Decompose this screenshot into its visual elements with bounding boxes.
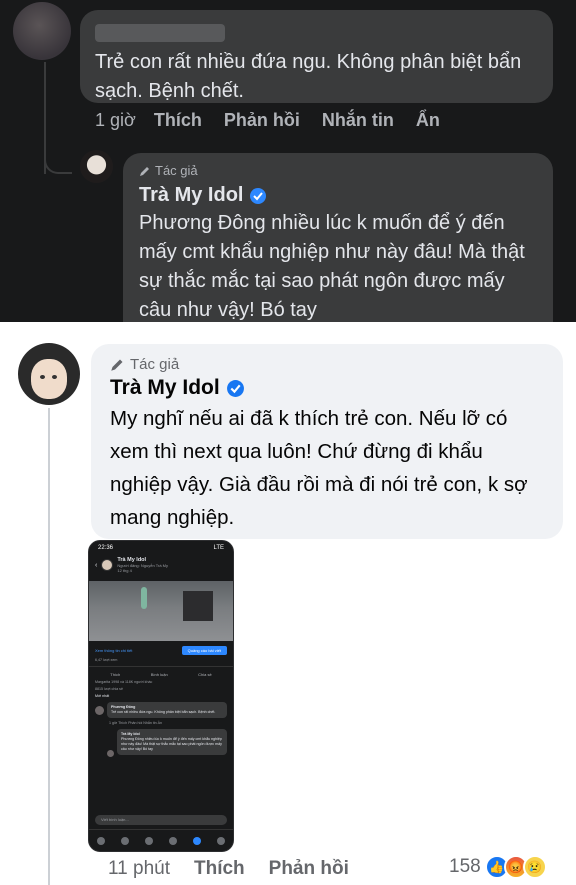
dark-screenshot-section: Trẻ con rất nhiều đứa ngu. Không phân bi… — [0, 0, 576, 322]
verified-icon — [250, 187, 267, 204]
sad-icon: 😢 — [522, 855, 547, 879]
phone-views: 6,47 lượt xem — [95, 658, 118, 662]
phone-share: Chia sẻ — [198, 672, 212, 677]
avatar-eye — [40, 375, 45, 379]
nav-menu-icon — [217, 836, 225, 845]
reaction-summary[interactable]: 158 👍 😡 😢 — [449, 855, 547, 879]
phone-reaction-line: Margarita 1998 và 118K người khác — [95, 680, 153, 684]
author-badge-label: Tác giả — [130, 356, 180, 373]
phone-shares: 8815 lượt chia sẻ — [95, 687, 123, 691]
phone-page-avatar — [101, 559, 114, 571]
reply-bubble: Tác giả Trà My Idol Phương Đông nhiều lú… — [123, 153, 553, 322]
phone-like: Thích — [110, 672, 121, 677]
author-badge: Tác giả — [110, 356, 545, 373]
blurred-avatar[interactable] — [13, 2, 71, 60]
phone-reply-text: Phương Đông nhiều lúc k muốn để ý đến mấ… — [121, 737, 222, 751]
phone-status-bar: 22:36 LTE — [89, 541, 233, 551]
reply-actions: 11 phút Thích Phản hồi — [108, 858, 373, 880]
nav-news-icon — [145, 836, 153, 845]
back-icon: ‹ — [95, 561, 98, 569]
blurred-commenter-name[interactable] — [95, 24, 225, 42]
phone-post-header: ‹ Trà My Idol Người đăng: Nguyễn Trà My … — [89, 551, 233, 573]
hide-action[interactable]: Ẩn — [416, 110, 440, 131]
author-avatar-large[interactable] — [18, 343, 80, 405]
phone-clock: 22:36 — [98, 545, 114, 551]
message-action[interactable]: Nhắn tin — [322, 110, 394, 131]
author-badge: Tác giả — [139, 163, 537, 178]
author-name[interactable]: Trà My Idol — [139, 184, 537, 207]
comment-bubble: Trẻ con rất nhiều đứa ngu. Không phân bi… — [80, 10, 553, 103]
phone-comment-text: Trẻ con rất nhiều đứa ngu. Không phân bi… — [111, 710, 216, 714]
phone-stats-row: Xem thông tin chi tiết Quảng cáo bài viế… — [89, 641, 233, 655]
phone-sort: Mới nhất — [95, 694, 110, 698]
verified-icon — [226, 379, 244, 397]
nav-profile-icon — [169, 836, 177, 845]
nav-video-icon — [121, 836, 129, 845]
comment-actions: 1 giờ Thích Phản hồi Nhắn tin Ẩn — [95, 110, 462, 131]
attached-screenshot[interactable]: 22:36 LTE ‹ Trà My Idol Người đăng: Nguy… — [88, 540, 234, 852]
reply-text: My nghĩ nếu ai đã k thích trẻ con. Nếu l… — [110, 407, 528, 529]
phone-reply-avatar — [107, 750, 114, 757]
author-badge-label: Tác giả — [155, 163, 198, 178]
phone-comment: Bình luận — [150, 672, 168, 677]
nav-notification-icon — [193, 836, 201, 845]
video-chair — [183, 591, 213, 621]
phone-boost-button: Quảng cáo bài viết — [181, 646, 227, 655]
author-avatar[interactable] — [80, 150, 113, 183]
reply-action[interactable]: Phản hồi — [269, 858, 349, 880]
reply-text: Phương Đông nhiều lúc k muốn để ý đến mấ… — [139, 212, 525, 321]
comment-text: Trẻ con rất nhiều đứa ngu. Không phân bi… — [95, 51, 522, 102]
phone-video — [89, 581, 233, 641]
author-name-text: Trà My Idol — [110, 376, 220, 399]
reply-bubble-light: Tác giả Trà My Idol My nghĩ nếu ai đã k … — [91, 344, 563, 539]
phone-comment-bubble: Phương Đông Trẻ con rất nhiều đứa ngu. K… — [107, 702, 227, 718]
phone-reply-bubble: Trà My Idol Phương Đông nhiều lúc k muốn… — [117, 729, 227, 755]
phone-comment-block: Phương Đông Trẻ con rất nhiều đứa ngu. K… — [89, 702, 233, 757]
phone-signal: LTE — [213, 545, 224, 551]
comment-time[interactable]: 1 giờ — [95, 110, 136, 131]
phone-commenter-avatar — [95, 706, 104, 715]
phone-actions: Thích Bình luận Chia sẻ — [89, 666, 233, 677]
pen-icon — [140, 166, 149, 176]
phone-bottom-nav — [89, 829, 233, 851]
video-child — [141, 587, 147, 609]
avatar-face — [31, 359, 67, 399]
avatar-eye — [52, 375, 57, 379]
thread-connector — [44, 140, 72, 174]
reaction-count: 158 — [449, 856, 481, 877]
reply-time[interactable]: 11 phút — [108, 858, 170, 880]
nav-home-icon — [97, 836, 105, 845]
reply-action[interactable]: Phản hồi — [224, 110, 300, 131]
phone-comment-input: Viết bình luận... — [95, 815, 227, 825]
like-action[interactable]: Thích — [154, 110, 202, 131]
like-action[interactable]: Thích — [194, 858, 245, 880]
phone-comment-actions: 1 giờ Thích Phản hồi Nhắn tin Ẩn — [109, 721, 163, 725]
author-name[interactable]: Trà My Idol — [110, 376, 545, 400]
phone-post-time: 12 thg 4 — [117, 568, 132, 573]
phone-stats-link: Xem thông tin chi tiết — [95, 648, 133, 653]
thread-line — [48, 408, 50, 885]
author-name-text: Trà My Idol — [139, 184, 244, 206]
pen-icon — [111, 359, 123, 371]
